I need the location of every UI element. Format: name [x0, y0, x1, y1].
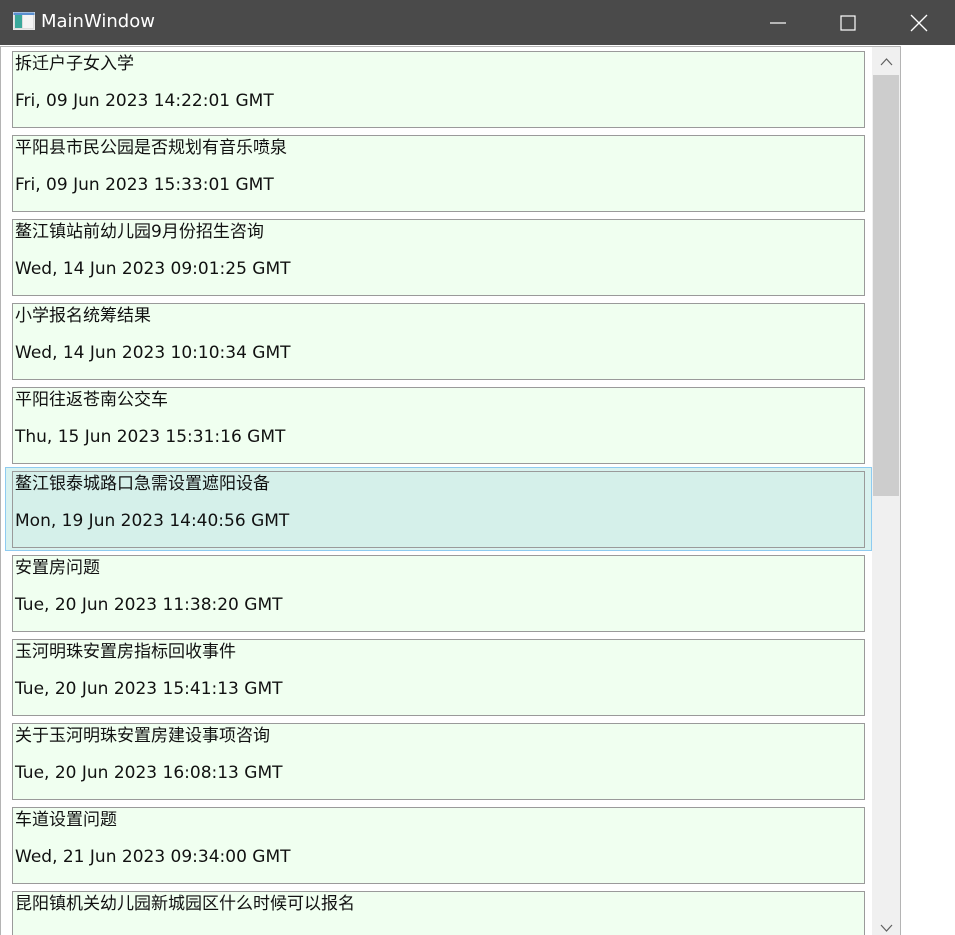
- list-item-selected[interactable]: 鳌江银泰城路口急需设置遮阳设备 Mon, 19 Jun 2023 14:40:5…: [5, 467, 872, 551]
- list-item-card: 鳌江银泰城路口急需设置遮阳设备 Mon, 19 Jun 2023 14:40:5…: [12, 471, 865, 548]
- message-list[interactable]: 拆迁户子女入学 Fri, 09 Jun 2023 14:22:01 GMT 平阳…: [0, 46, 901, 935]
- item-title: 鳌江银泰城路口急需设置遮阳设备: [15, 474, 270, 494]
- item-title: 平阳县市民公园是否规划有音乐喷泉: [15, 138, 287, 158]
- item-date: Tue, 20 Jun 2023 11:38:20 GMT: [15, 595, 283, 615]
- title-bar[interactable]: MainWindow: [0, 0, 955, 45]
- item-title: 安置房问题: [15, 558, 100, 578]
- item-title: 小学报名统筹结果: [15, 306, 151, 326]
- chevron-down-icon: [880, 924, 893, 932]
- maximize-icon: [840, 15, 856, 31]
- item-title: 玉河明珠安置房指标回收事件: [15, 642, 236, 662]
- scroll-thumb[interactable]: [873, 75, 899, 496]
- item-date: Wed, 14 Jun 2023 10:10:34 GMT: [15, 343, 291, 363]
- list-item-card: 鳌江镇站前幼儿园9月份招生咨询 Wed, 14 Jun 2023 09:01:2…: [12, 219, 865, 296]
- list-item[interactable]: 平阳县市民公园是否规划有音乐喷泉 Fri, 09 Jun 2023 15:33:…: [5, 131, 872, 215]
- minimize-icon: [770, 22, 786, 24]
- list-item[interactable]: 车道设置问题 Wed, 21 Jun 2023 09:34:00 GMT: [5, 803, 872, 887]
- item-title: 鳌江镇站前幼儿园9月份招生咨询: [15, 222, 264, 242]
- app-window-icon: [13, 12, 35, 30]
- item-title: 拆迁户子女入学: [15, 54, 134, 74]
- list-item-card: 小学报名统筹结果 Wed, 14 Jun 2023 10:10:34 GMT: [12, 303, 865, 380]
- list-item-card: 拆迁户子女入学 Fri, 09 Jun 2023 14:22:01 GMT: [12, 51, 865, 128]
- item-title: 平阳往返苍南公交车: [15, 390, 168, 410]
- item-date: Thu, 15 Jun 2023 15:31:16 GMT: [15, 427, 286, 447]
- minimize-button[interactable]: [743, 0, 813, 45]
- close-icon: [910, 14, 928, 32]
- scroll-down-button[interactable]: [872, 915, 900, 935]
- item-date: Mon, 19 Jun 2023 14:40:56 GMT: [15, 511, 290, 531]
- item-date: Tue, 20 Jun 2023 15:41:13 GMT: [15, 679, 283, 699]
- list-item[interactable]: 小学报名统筹结果 Wed, 14 Jun 2023 10:10:34 GMT: [5, 299, 872, 383]
- list-item[interactable]: 安置房问题 Tue, 20 Jun 2023 11:38:20 GMT: [5, 551, 872, 635]
- item-date: Fri, 09 Jun 2023 14:22:01 GMT: [15, 91, 274, 111]
- window-background: [901, 45, 955, 935]
- close-button[interactable]: [884, 0, 954, 45]
- list-item-card: 关于玉河明珠安置房建设事项咨询 Tue, 20 Jun 2023 16:08:1…: [12, 723, 865, 800]
- item-date: Tue, 20 Jun 2023 16:08:13 GMT: [15, 763, 283, 783]
- scroll-up-button[interactable]: [872, 49, 900, 76]
- list-item-card: 昆阳镇机关幼儿园新城园区什么时候可以报名: [12, 891, 865, 935]
- list-item-card: 玉河明珠安置房指标回收事件 Tue, 20 Jun 2023 15:41:13 …: [12, 639, 865, 716]
- item-date: Fri, 09 Jun 2023 15:33:01 GMT: [15, 175, 274, 195]
- item-title: 昆阳镇机关幼儿园新城园区什么时候可以报名: [15, 894, 355, 914]
- item-title: 车道设置问题: [15, 810, 117, 830]
- vertical-scrollbar[interactable]: [872, 47, 900, 935]
- window-title: MainWindow: [41, 11, 155, 32]
- list-item-card: 车道设置问题 Wed, 21 Jun 2023 09:34:00 GMT: [12, 807, 865, 884]
- list-item[interactable]: 拆迁户子女入学 Fri, 09 Jun 2023 14:22:01 GMT: [5, 47, 872, 131]
- maximize-button[interactable]: [813, 0, 883, 45]
- list-item-card: 安置房问题 Tue, 20 Jun 2023 11:38:20 GMT: [12, 555, 865, 632]
- list-item-card: 平阳往返苍南公交车 Thu, 15 Jun 2023 15:31:16 GMT: [12, 387, 865, 464]
- item-date: Wed, 21 Jun 2023 09:34:00 GMT: [15, 847, 291, 867]
- list-item[interactable]: 玉河明珠安置房指标回收事件 Tue, 20 Jun 2023 15:41:13 …: [5, 635, 872, 719]
- list-item[interactable]: 鳌江镇站前幼儿园9月份招生咨询 Wed, 14 Jun 2023 09:01:2…: [5, 215, 872, 299]
- window-content: 拆迁户子女入学 Fri, 09 Jun 2023 14:22:01 GMT 平阳…: [0, 45, 955, 935]
- list-item[interactable]: 平阳往返苍南公交车 Thu, 15 Jun 2023 15:31:16 GMT: [5, 383, 872, 467]
- list-item[interactable]: 关于玉河明珠安置房建设事项咨询 Tue, 20 Jun 2023 16:08:1…: [5, 719, 872, 803]
- list-item[interactable]: 昆阳镇机关幼儿园新城园区什么时候可以报名: [5, 887, 872, 935]
- item-title: 关于玉河明珠安置房建设事项咨询: [15, 726, 270, 746]
- list-item-card: 平阳县市民公园是否规划有音乐喷泉 Fri, 09 Jun 2023 15:33:…: [12, 135, 865, 212]
- item-date: Wed, 14 Jun 2023 09:01:25 GMT: [15, 259, 291, 279]
- chevron-up-icon: [880, 58, 893, 66]
